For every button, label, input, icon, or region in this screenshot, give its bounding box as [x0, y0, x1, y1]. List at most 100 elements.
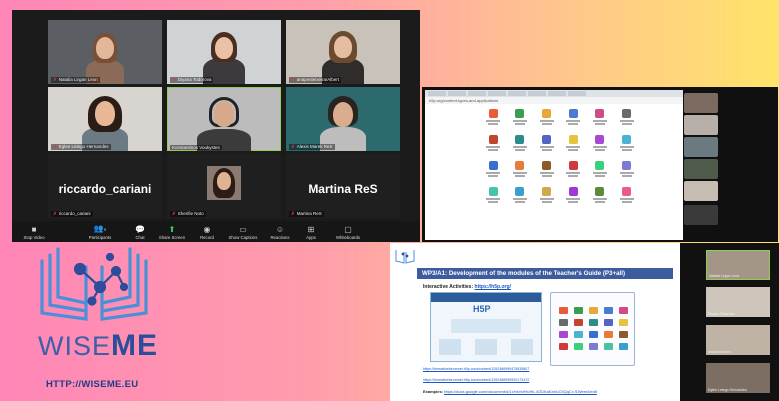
content-type-icon — [595, 135, 605, 144]
participant-tile-active-speaker[interactable]: Konstantinos Voukystes — [167, 87, 281, 151]
brand-url[interactable]: HTTP://WISEME.EU — [46, 379, 138, 390]
participant-thumbnail[interactable]: Eglee Letego Hernandes — [706, 363, 770, 393]
participants-button[interactable]: 👥9 Participants — [72, 221, 128, 242]
content-type-tile[interactable] — [613, 109, 640, 125]
content-type-tile[interactable] — [507, 109, 534, 125]
h5p-content-link-1[interactable]: https://formativeforumnet.h5p.com/conten… — [423, 367, 529, 371]
content-type-tile[interactable] — [613, 161, 640, 177]
content-type-tile[interactable] — [613, 135, 640, 151]
content-type-tile[interactable] — [533, 161, 560, 177]
participant-thumbnail[interactable]: Natalia Lirgan Leon — [706, 250, 770, 280]
participant-face — [96, 37, 114, 59]
participant-name: ✗ Alexis Marek ReS — [289, 144, 335, 150]
content-type-icon — [574, 331, 583, 338]
muted-mic-icon: ✗ — [291, 211, 295, 216]
chat-icon: 💬 — [135, 225, 145, 234]
participant-thumbnail[interactable] — [684, 205, 718, 225]
h5p-content-type-grid — [480, 109, 640, 203]
book-network-icon — [40, 247, 148, 321]
content-type-tile[interactable] — [560, 187, 587, 203]
content-type-tile[interactable] — [533, 109, 560, 125]
muted-mic-icon: ✗ — [172, 211, 176, 216]
content-type-icon — [574, 307, 583, 314]
content-type-icon — [595, 187, 605, 196]
content-type-tile[interactable] — [613, 187, 640, 203]
content-type-tile[interactable] — [507, 161, 534, 177]
browser-window: h5p.org/content-types-and-applications — [425, 90, 683, 240]
meeting-toolbar: ■ Stop Video 👥9 Participants 💬 Chat ⬆ Share … — [12, 221, 420, 242]
participant-thumbnail[interactable] — [684, 137, 718, 157]
participant-tile[interactable]: ✗ Natalia Lirgan Leon — [48, 20, 162, 84]
h5p-logo: H5P — [473, 304, 491, 314]
participant-face — [95, 101, 115, 126]
participant-thumbnail[interactable] — [684, 159, 718, 179]
content-type-icon — [574, 343, 583, 350]
content-type-tile[interactable] — [587, 135, 614, 151]
content-type-icon — [488, 109, 498, 118]
participant-tile[interactable]: ✗ Eglee Letego Hernandes — [48, 87, 162, 151]
participant-profile-picture — [207, 166, 241, 200]
content-type-tile[interactable] — [560, 161, 587, 177]
whiteboard-icon: ▢ — [344, 225, 352, 234]
examples-link[interactable]: https://docs.google.com/document/d/1xHsV… — [444, 389, 597, 394]
content-type-icon — [488, 161, 498, 170]
content-type-icon — [589, 307, 598, 314]
participant-tile[interactable]: riccardo_cariani ✗ riccardo_cariani — [48, 154, 162, 218]
share-screen-button[interactable]: ⬆ Share Screen — [152, 221, 192, 242]
participant-thumbnail[interactable] — [684, 93, 718, 113]
participant-name: ✗ Diyana Todorova — [170, 77, 214, 83]
h5p-website-screenshot: H5P — [430, 292, 542, 362]
content-type-tile[interactable] — [587, 109, 614, 125]
content-type-tile[interactable] — [480, 161, 507, 177]
content-type-tile[interactable] — [587, 161, 614, 177]
content-type-icon — [559, 307, 568, 314]
content-type-icon — [568, 135, 578, 144]
content-type-tile[interactable] — [587, 187, 614, 203]
content-type-icon — [542, 161, 552, 170]
h5p-link[interactable]: https://h5p.org/ — [475, 284, 511, 290]
content-type-icon — [619, 307, 628, 314]
content-type-tile[interactable] — [560, 109, 587, 125]
participant-tile[interactable]: ✗ Sherifie Noto — [167, 154, 281, 218]
content-type-icon — [488, 187, 498, 196]
content-type-icon — [515, 187, 525, 196]
content-type-tile[interactable] — [507, 187, 534, 203]
participant-thumbnail[interactable] — [684, 181, 718, 201]
chat-button[interactable]: 💬 Chat — [128, 221, 152, 242]
content-type-icon — [589, 331, 598, 338]
apps-button[interactable]: ⊞ Apps — [296, 221, 326, 242]
content-type-icon — [515, 109, 525, 118]
content-type-icon — [568, 161, 578, 170]
muted-mic-icon: ✗ — [291, 144, 295, 149]
muted-mic-icon: ✗ — [53, 77, 57, 82]
participant-thumbnail[interactable]: Diyana Todorova — [706, 287, 770, 317]
browser-tabs[interactable] — [425, 90, 683, 97]
participant-tile[interactable]: ✗ Diyana Todorova — [167, 20, 281, 84]
content-type-tile[interactable] — [480, 109, 507, 125]
content-type-tile[interactable] — [560, 135, 587, 151]
content-type-tile[interactable] — [507, 135, 534, 151]
record-button[interactable]: ◉ Record — [192, 221, 222, 242]
brand-wordmark: WISEME — [38, 329, 159, 362]
address-bar[interactable]: h5p.org/content-types-and-applications — [425, 97, 683, 104]
whiteboards-button[interactable]: ▢ Whiteboards — [326, 221, 370, 242]
reactions-button[interactable]: ☺ Reactions — [264, 221, 296, 242]
participant-tile[interactable]: Martina ReS ✗ Martina ReS — [286, 154, 400, 218]
content-type-icon — [488, 135, 498, 144]
participant-thumbnail[interactable] — [684, 115, 718, 135]
content-type-tile[interactable] — [533, 187, 560, 203]
participant-name: ✗ riccardo_cariani — [51, 211, 93, 217]
content-type-icon — [595, 161, 605, 170]
h5p-content-link-2[interactable]: https://formativeforumnet.h5p.com/conten… — [423, 378, 529, 382]
participant-thumbnail[interactable]: anapesteixeira — [706, 325, 770, 355]
stop-video-button[interactable]: ■ Stop Video — [12, 221, 56, 242]
participant-tile[interactable]: ✗ anapesteixeira/Albert — [286, 20, 400, 84]
show-captions-button[interactable]: ▭ Show Captions — [222, 221, 264, 242]
wiseme-logo: WISEME HTTP://WISEME.EU — [12, 243, 195, 395]
content-type-tile[interactable] — [480, 135, 507, 151]
slide: WP3/A1: Development of the modules of th… — [390, 243, 680, 401]
content-type-tile[interactable] — [533, 135, 560, 151]
participant-tile[interactable]: ✗ Alexis Marek ReS — [286, 87, 400, 151]
content-type-tile[interactable] — [480, 187, 507, 203]
content-type-icon — [559, 319, 568, 326]
